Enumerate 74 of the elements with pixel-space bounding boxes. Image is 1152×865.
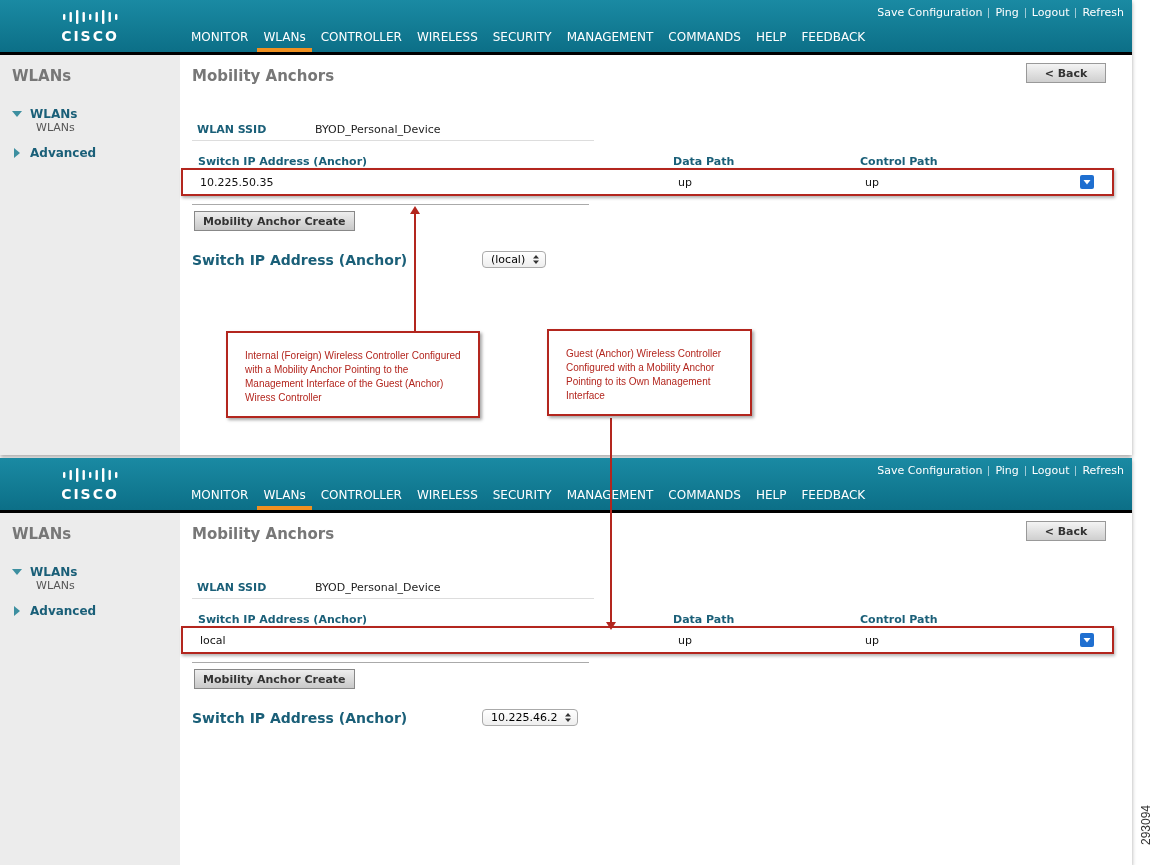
nav-tab[interactable]: MONITOR [185, 486, 255, 510]
figure-number: 293094 [1139, 805, 1152, 845]
nav-tab[interactable]: WIRELESS [410, 486, 484, 510]
sidebar-title: WLANs [12, 67, 73, 85]
nav-tab[interactable]: MANAGEMENT [560, 28, 660, 52]
table-cell-text: up [678, 633, 693, 647]
create-button[interactable]: Mobility Anchor Create [194, 669, 355, 689]
column-header: Data Path [673, 613, 736, 626]
nav-tab[interactable]: HELP [749, 28, 793, 52]
collapsed-triangle-icon[interactable] [12, 606, 22, 616]
page-title: Mobility Anchors [192, 525, 335, 543]
header-link[interactable]: Save Configuration [877, 6, 983, 19]
nav-tab[interactable]: COMMANDS [662, 28, 747, 52]
column-header: Control Path [860, 155, 939, 168]
select-dropdown[interactable]: 10.225.46.2 [482, 709, 579, 726]
nav-tab[interactable]: FEEDBACK [795, 28, 872, 52]
sidebar-subitem[interactable]: WLANs [12, 579, 180, 592]
column-header: Switch IP Address (Anchor) [198, 613, 369, 626]
field-label: Switch IP Address (Anchor) [192, 251, 409, 268]
sidebar-item[interactable]: WLANs [30, 565, 78, 579]
annotation-callout: Guest (Anchor) Wireless Controller Configured with a Mobility Anchor Pointing to its Own Management Interface [547, 329, 752, 416]
nav-tab[interactable]: HELP [749, 486, 793, 510]
header-link[interactable]: Refresh [1082, 6, 1124, 19]
nav-tab[interactable]: MONITOR [185, 28, 255, 52]
sidebar-item[interactable]: Advanced [30, 604, 97, 618]
nav-tab[interactable]: SECURITY [486, 486, 558, 510]
field-label: WLAN SSID [197, 123, 268, 136]
annotation-callout: Internal (Foreign) Wireless Controller Configured with a Mobility Anchor Pointing to the Management Interface of the Guest (Anchor) Wiress Controller [226, 331, 480, 418]
create-button[interactable]: Mobility Anchor Create [194, 211, 355, 231]
nav-tab[interactable]: WLANs [257, 486, 312, 510]
nav-tab[interactable]: COMMANDS [662, 486, 747, 510]
logo-text: CISCO [61, 486, 119, 502]
header-link[interactable]: Ping [995, 6, 1019, 19]
table-cell-text: up [865, 633, 880, 647]
collapsed-triangle-icon[interactable] [12, 148, 22, 158]
back-button[interactable]: < Back [1026, 521, 1106, 541]
nav-tab[interactable]: WIRELESS [410, 28, 484, 52]
nav-tab[interactable]: FEEDBACK [795, 486, 872, 510]
updown-icon [565, 713, 572, 722]
header-link[interactable]: Refresh [1082, 464, 1124, 477]
nav-tab[interactable]: SECURITY [486, 28, 558, 52]
sidebar-title: WLANs [12, 525, 73, 543]
table-cell-text: up [678, 175, 693, 189]
field-value: BYOD_Personal_Device [315, 581, 441, 594]
column-header: Control Path [860, 613, 939, 626]
dropdown-icon[interactable] [1080, 633, 1094, 647]
expanded-triangle-icon[interactable] [12, 109, 22, 119]
updown-icon [533, 255, 540, 264]
select-dropdown[interactable]: (local) [482, 251, 547, 268]
page-title: Mobility Anchors [192, 67, 335, 85]
nav-tab[interactable]: CONTROLLER [314, 28, 408, 52]
logo-text: CISCO [61, 28, 119, 44]
dropdown-icon[interactable] [1080, 175, 1094, 189]
sidebar-item[interactable]: WLANs [30, 107, 78, 121]
nav-tab[interactable]: CONTROLLER [314, 486, 408, 510]
back-button[interactable]: < Back [1026, 63, 1106, 83]
logo-bars-icon [61, 8, 119, 26]
sidebar-subitem[interactable]: WLANs [12, 121, 180, 134]
table-cell-text: 10.225.50.35 [200, 175, 275, 189]
field-label: WLAN SSID [197, 581, 268, 594]
column-header: Data Path [673, 155, 736, 168]
expanded-triangle-icon[interactable] [12, 567, 22, 577]
table-cell-text: up [865, 175, 880, 189]
column-header: Switch IP Address (Anchor) [198, 155, 369, 168]
field-label: Switch IP Address (Anchor) [192, 709, 409, 726]
header-link[interactable]: Save Configuration [877, 464, 983, 477]
nav-tab[interactable]: WLANs [257, 28, 312, 52]
header-link[interactable]: Logout [1031, 6, 1070, 19]
header-link[interactable]: Ping [995, 464, 1019, 477]
header-link[interactable]: Logout [1031, 464, 1070, 477]
logo-bars-icon [61, 466, 119, 484]
field-value: BYOD_Personal_Device [315, 123, 441, 136]
table-cell-text: local [200, 633, 227, 647]
sidebar-item[interactable]: Advanced [30, 146, 97, 160]
